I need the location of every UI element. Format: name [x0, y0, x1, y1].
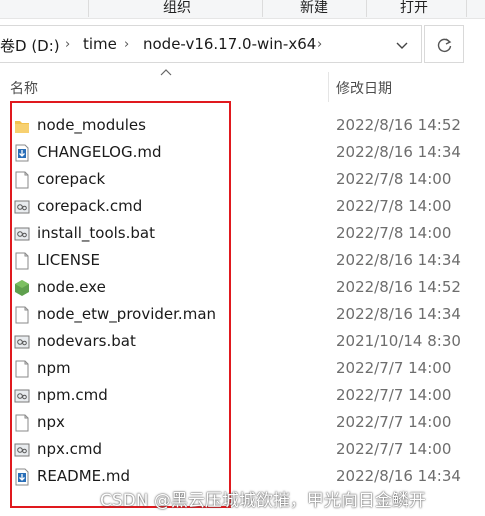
file-date: 2022/8/16 14:34	[336, 467, 461, 485]
file-icon	[15, 414, 29, 432]
bat-file-icon	[14, 335, 30, 349]
file-date: 2022/8/16 14:34	[336, 251, 461, 269]
file-row[interactable]: npm 2022/7/7 14:00	[0, 355, 485, 382]
file-row[interactable]: npx.cmd 2022/7/7 14:00	[0, 436, 485, 463]
file-row[interactable]: LICENSE 2022/8/16 14:34	[0, 247, 485, 274]
file-date: 2022/7/7 14:00	[336, 386, 452, 404]
file-date: 2022/8/16 14:52	[336, 116, 461, 134]
file-date: 2022/7/7 14:00	[336, 413, 452, 431]
file-row[interactable]: node_modules 2022/8/16 14:52	[0, 112, 485, 139]
file-name: node_modules	[37, 116, 146, 134]
file-row[interactable]: CHANGELOG.md 2022/8/16 14:34	[0, 139, 485, 166]
breadcrumb-separator[interactable]: ›	[65, 37, 70, 52]
file-row[interactable]: node_etw_provider.man 2022/8/16 14:34	[0, 301, 485, 328]
breadcrumb-separator[interactable]: ›	[124, 37, 129, 52]
ribbon: 组织 新建 打开	[0, 0, 485, 19]
file-icon	[15, 252, 29, 270]
file-date: 2022/8/16 14:34	[336, 305, 461, 323]
file-icon	[15, 171, 29, 189]
ribbon-separator	[466, 0, 467, 17]
file-row[interactable]: corepack 2022/7/8 14:00	[0, 166, 485, 193]
file-date: 2022/7/8 14:00	[336, 170, 452, 188]
file-name: npx	[37, 413, 65, 431]
file-name: corepack.cmd	[37, 197, 143, 215]
breadcrumb-separator[interactable]: ›	[317, 37, 322, 52]
breadcrumb-time[interactable]: time	[83, 35, 117, 53]
file-date: 2022/8/16 14:52	[336, 278, 461, 296]
file-name: LICENSE	[37, 251, 100, 269]
breadcrumb-node-folder[interactable]: node-v16.17.0-win-x64	[143, 35, 316, 53]
file-date: 2022/7/8 14:00	[336, 197, 452, 215]
refresh-button[interactable]	[424, 25, 464, 63]
md-file-icon	[15, 468, 29, 486]
file-row[interactable]: nodevars.bat 2021/10/14 8:30	[0, 328, 485, 355]
ribbon-group-open[interactable]: 打开	[400, 0, 428, 17]
file-date: 2022/8/16 14:34	[336, 143, 461, 161]
file-date: 2021/10/14 8:30	[336, 332, 461, 350]
address-bar[interactable]: 卷D (D:) › time › node-v16.17.0-win-x64 ›	[0, 25, 422, 63]
file-row[interactable]: install_tools.bat 2022/7/8 14:00	[0, 220, 485, 247]
bat-file-icon	[14, 227, 30, 241]
file-date: 2022/7/8 14:00	[336, 224, 452, 242]
sort-ascending-icon	[160, 69, 172, 76]
column-header-date-modified[interactable]: 修改日期	[336, 78, 392, 98]
file-name: npx.cmd	[37, 440, 103, 458]
column-header-name[interactable]: 名称	[10, 78, 38, 98]
md-file-icon	[15, 144, 29, 162]
ribbon-separator	[88, 0, 89, 17]
file-date: 2022/7/7 14:00	[336, 359, 452, 377]
watermark: CSDN @黑云压城城欲摧，甲光向日金鳞开	[100, 491, 426, 511]
ribbon-group-organize[interactable]: 组织	[163, 0, 191, 17]
file-name: node.exe	[37, 278, 106, 296]
file-name: npm.cmd	[37, 386, 108, 404]
file-name: CHANGELOG.md	[37, 143, 162, 161]
cmd-file-icon	[14, 443, 30, 457]
file-row[interactable]: npx 2022/7/7 14:00	[0, 409, 485, 436]
file-icon	[15, 306, 29, 324]
file-name: corepack	[37, 170, 106, 188]
file-date: 2022/7/7 14:00	[336, 440, 452, 458]
file-icon	[15, 360, 29, 378]
ribbon-separator	[366, 0, 367, 17]
breadcrumb-drive[interactable]: 卷D (D:)	[0, 35, 60, 56]
file-name: install_tools.bat	[37, 224, 155, 242]
file-row[interactable]: node.exe 2022/8/16 14:52	[0, 274, 485, 301]
cmd-file-icon	[14, 389, 30, 403]
ribbon-group-new[interactable]: 新建	[300, 0, 328, 17]
refresh-icon	[437, 38, 452, 52]
folder-icon	[15, 121, 29, 133]
node-exe-icon	[15, 280, 29, 296]
file-name: README.md	[37, 467, 131, 485]
file-name: npm	[37, 359, 71, 377]
file-name: nodevars.bat	[37, 332, 136, 350]
file-row[interactable]: corepack.cmd 2022/7/8 14:00	[0, 193, 485, 220]
column-divider[interactable]	[328, 72, 329, 102]
file-name: node_etw_provider.man	[37, 305, 217, 323]
cmd-file-icon	[14, 200, 30, 214]
chevron-down-icon[interactable]	[393, 36, 411, 54]
ribbon-separator	[262, 0, 263, 17]
file-row[interactable]: npm.cmd 2022/7/7 14:00	[0, 382, 485, 409]
